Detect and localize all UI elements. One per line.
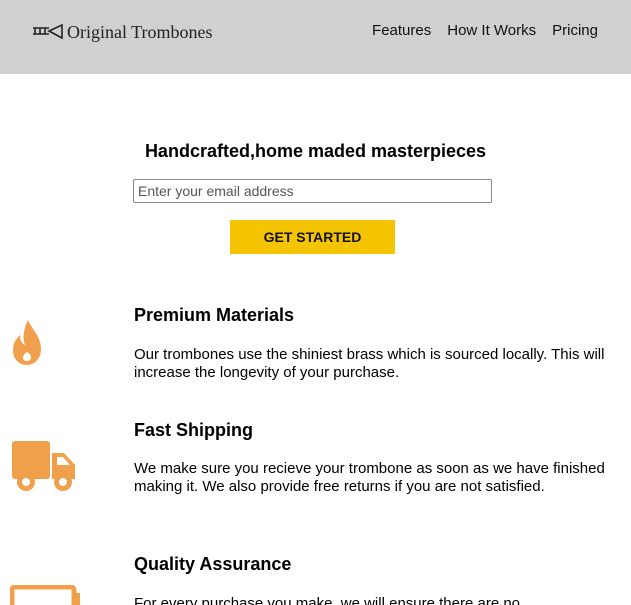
feature-title: Quality Assurance (134, 554, 292, 574)
main-nav: Features How It Works Pricing (372, 22, 598, 39)
feature-text: For every purchase you make, we will ens… (134, 595, 521, 605)
hero-title: Handcrafted,home maded masterpieces (144, 141, 487, 161)
feature-text: We make sure you recieve your trombone a… (134, 460, 605, 495)
feature-title: Premium Materials (134, 305, 295, 325)
fire-icon (13, 320, 41, 365)
logo[interactable]: Original Trombones (31, 20, 213, 44)
email-input[interactable] (133, 179, 492, 203)
nav-link-how-it-works[interactable]: How It Works (447, 22, 536, 39)
logo-text: Original Trombones (67, 21, 213, 42)
trombone-icon (33, 23, 63, 40)
feature-text: Our trombones use the shiniest brass whi… (134, 346, 605, 381)
get-started-button[interactable]: GET STARTED (230, 220, 395, 254)
nav-link-features[interactable]: Features (372, 22, 431, 39)
nav-link-pricing[interactable]: Pricing (552, 22, 598, 39)
site-header: Original Trombones Features How It Works… (0, 0, 631, 74)
battery-icon (10, 585, 80, 605)
truck-icon (12, 441, 75, 491)
feature-title: Fast Shipping (134, 420, 253, 440)
